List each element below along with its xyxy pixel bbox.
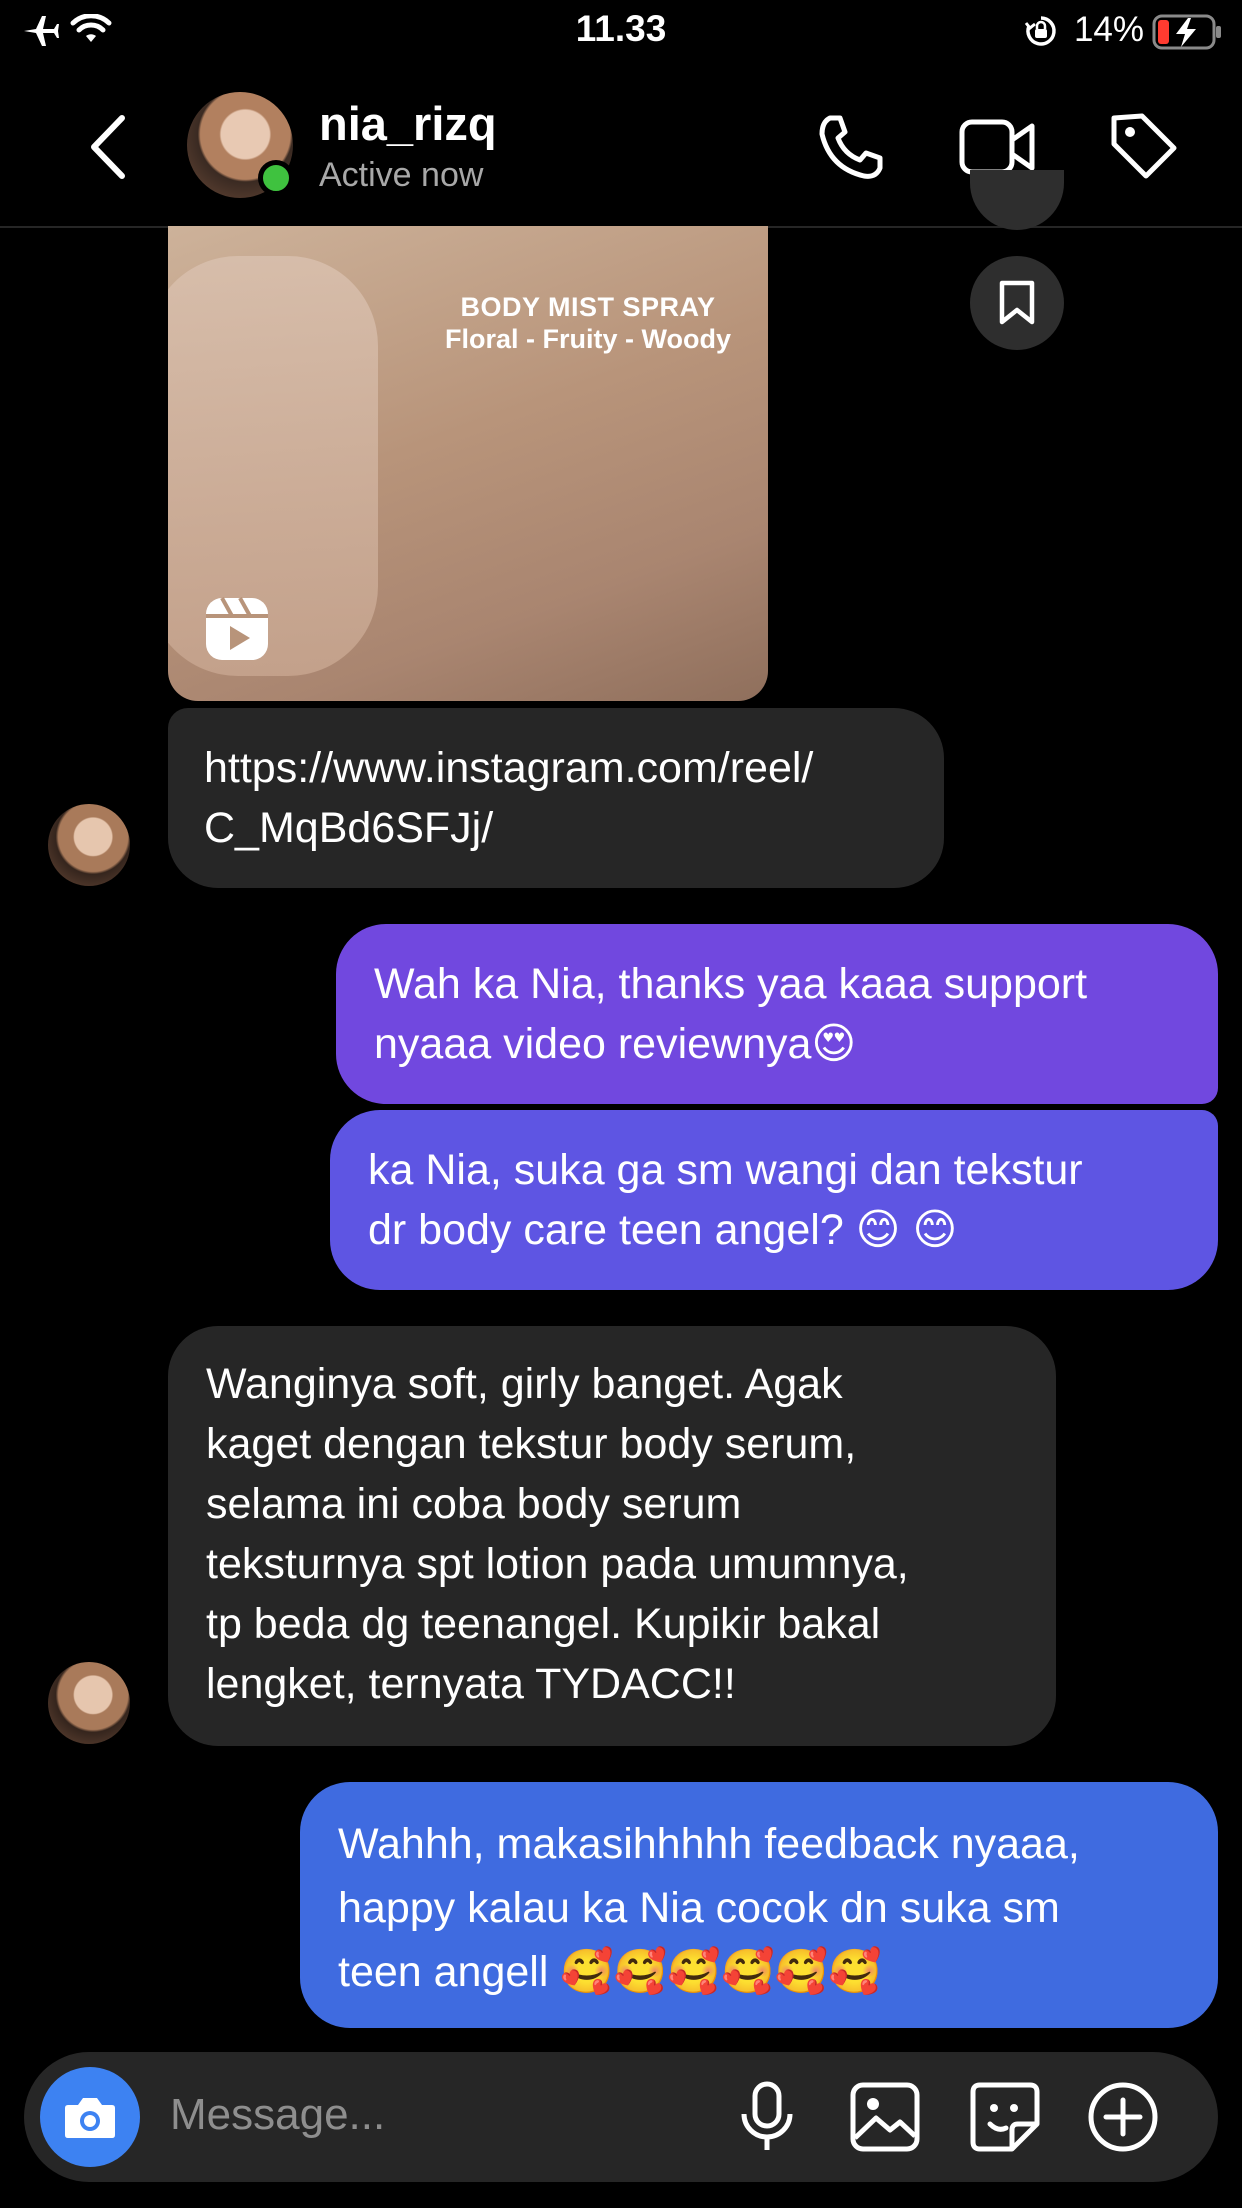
message-line: Wah ka Nia, thanks yaa kaaa support <box>374 960 1088 1008</box>
message-line: selama ini coba body serum <box>206 1480 742 1528</box>
reels-icon <box>206 597 268 660</box>
outgoing-message[interactable]: ka Nia, suka ga sm wangi dan tekstur dr … <box>330 1110 1218 1290</box>
message-line: Wanginya soft, girly banget. Agak <box>206 1360 843 1408</box>
message-line: Wahhh, makasihhhhh feedback nyaaa, <box>338 1820 1080 1868</box>
link-message[interactable]: https://www.instagram.com/reel/ C_MqBd6S… <box>168 708 944 888</box>
link-text-line2[interactable]: C_MqBd6SFJj/ <box>204 798 908 858</box>
bookmark-icon <box>999 280 1035 325</box>
save-button[interactable] <box>970 256 1064 350</box>
phone-icon[interactable] <box>814 112 886 184</box>
battery-charging-icon <box>1152 14 1221 50</box>
message-line: teksturnya spt lotion pada umumnya, <box>206 1540 909 1588</box>
gallery-icon[interactable] <box>848 2080 922 2154</box>
outgoing-message[interactable]: Wah ka Nia, thanks yaa kaaa support nyaa… <box>336 924 1218 1104</box>
sender-avatar[interactable] <box>48 1662 130 1744</box>
message-line: teen angell 🥰🥰🥰🥰🥰🥰 <box>338 1948 882 1996</box>
shared-reel-thumbnail[interactable]: BODY MIST SPRAY Floral - Fruity - Woody <box>168 226 768 701</box>
message-line: happy kalau ka Nia cocok dn suka sm <box>338 1884 1060 1932</box>
message-line: lengket, ternyata TYDACC!! <box>206 1660 736 1708</box>
incoming-message[interactable]: Wanginya soft, girly banget. Agak kaget … <box>168 1326 1056 1746</box>
microphone-icon[interactable] <box>730 2080 804 2154</box>
username[interactable]: nia_rizq <box>319 96 497 151</box>
status-bar: 11.33 14% <box>0 0 1242 64</box>
camera-icon <box>65 2098 115 2138</box>
message-line: nyaaa video reviewnya😍 <box>374 1020 857 1068</box>
message-line: dr body care teen angel? 😊 😊 <box>368 1206 958 1254</box>
message-input[interactable]: Message... <box>170 2090 385 2140</box>
message-line: kaget dengan tekstur body serum, <box>206 1420 857 1468</box>
plus-icon[interactable] <box>1086 2080 1160 2154</box>
tag-icon[interactable] <box>1108 110 1180 182</box>
battery-percent: 14% <box>1073 10 1144 49</box>
sender-avatar[interactable] <box>48 804 130 886</box>
sticker-icon[interactable] <box>968 2080 1042 2154</box>
link-text-line1[interactable]: https://www.instagram.com/reel/ <box>204 738 908 798</box>
activity-status: Active now <box>319 156 484 194</box>
message-composer: Message... <box>24 2052 1218 2182</box>
orientation-lock-icon <box>1024 16 1056 46</box>
online-indicator <box>258 160 294 196</box>
message-line: tp beda dg teenangel. Kupikir bakal <box>206 1600 881 1648</box>
outgoing-message[interactable]: Wahhh, makasihhhhh feedback nyaaa, happy… <box>300 1782 1218 2028</box>
back-icon[interactable] <box>88 114 128 180</box>
reel-caption-title: BODY MIST SPRAY <box>460 292 716 322</box>
reel-caption-subtitle: Floral - Fruity - Woody <box>445 324 731 354</box>
message-line: ka Nia, suka ga sm wangi dan tekstur <box>368 1146 1083 1194</box>
camera-button[interactable] <box>40 2067 140 2167</box>
